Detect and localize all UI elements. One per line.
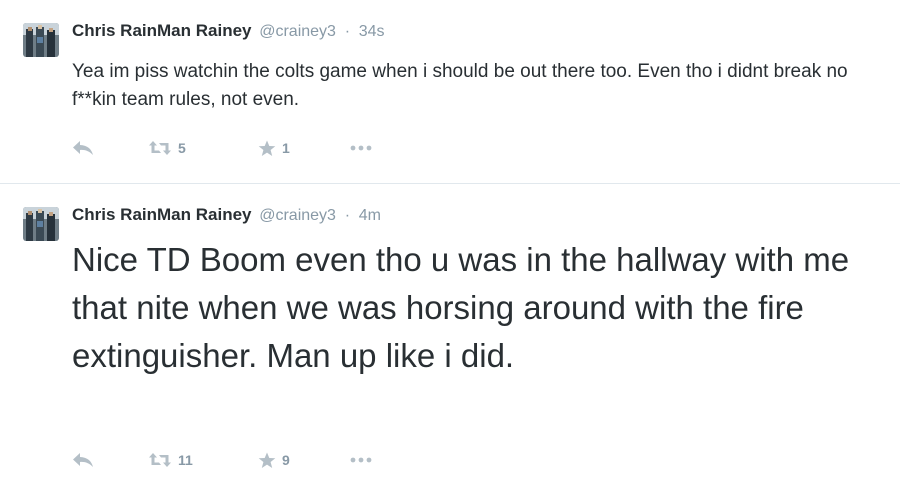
retweet-icon: [148, 140, 172, 156]
reply-button[interactable]: [72, 138, 94, 158]
fullname[interactable]: Chris RainMan Rainey: [72, 21, 252, 40]
favorite-button[interactable]: 1: [258, 138, 290, 158]
timestamp[interactable]: 4m: [359, 207, 381, 224]
fullname[interactable]: Chris RainMan Rainey: [72, 205, 252, 224]
tweet-text: Yea im piss watchin the colts game when …: [72, 61, 848, 110]
tweet[interactable]: Chris RainMan Rainey @crainey3 · 4m Nice…: [0, 184, 900, 491]
star-icon: [258, 452, 276, 469]
retweet-count: 5: [178, 140, 186, 156]
tweet-actions: 11 9: [72, 450, 472, 470]
more-button[interactable]: [350, 138, 372, 158]
more-dots-icon: [350, 145, 372, 151]
username[interactable]: @crainey3: [259, 207, 336, 224]
favorite-count: 9: [282, 452, 290, 468]
reply-icon: [72, 452, 94, 468]
favorite-button[interactable]: 9: [258, 450, 290, 470]
timeline: Chris RainMan Rainey @crainey3 · 34s Yea…: [0, 0, 900, 491]
more-dots-icon: [350, 457, 372, 463]
timestamp[interactable]: 34s: [359, 23, 385, 40]
star-icon: [258, 140, 276, 157]
username[interactable]: @crainey3: [259, 23, 336, 40]
avatar[interactable]: [23, 23, 59, 57]
more-button[interactable]: [350, 450, 372, 470]
tweet-text: Nice TD Boom even tho u was in the hallw…: [72, 241, 850, 374]
retweet-button[interactable]: 11: [148, 450, 193, 470]
tweet-actions: 5 1: [72, 138, 472, 158]
tweet-header: Chris RainMan Rainey @crainey3 · 4m: [72, 204, 381, 227]
tweet[interactable]: Chris RainMan Rainey @crainey3 · 34s Yea…: [0, 0, 900, 183]
favorite-count: 1: [282, 140, 290, 156]
separator: ·: [344, 207, 351, 224]
avatar[interactable]: [23, 207, 59, 241]
reply-icon: [72, 140, 94, 156]
reply-button[interactable]: [72, 450, 94, 470]
tweet-header: Chris RainMan Rainey @crainey3 · 34s: [72, 20, 385, 43]
retweet-count: 11: [178, 452, 193, 468]
retweet-icon: [148, 452, 172, 468]
separator: ·: [344, 23, 351, 40]
retweet-button[interactable]: 5: [148, 138, 186, 158]
